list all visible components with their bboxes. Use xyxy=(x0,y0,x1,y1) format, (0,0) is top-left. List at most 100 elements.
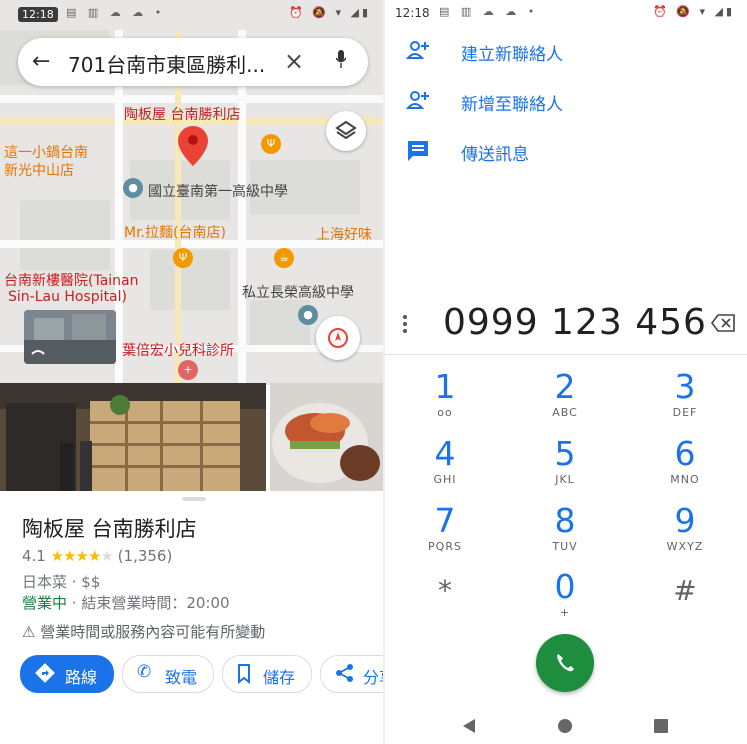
key-4[interactable]: 4 GHI xyxy=(405,435,485,495)
place-card[interactable]: 陶板屋 台南勝利店 4.1 ★★★★★ (1,356) 日本菜 · $$ 營業中… xyxy=(0,491,383,744)
key-letters: MNO xyxy=(670,473,700,486)
key-digit: # xyxy=(673,574,697,607)
restaurant-poi-icon[interactable]: Ψ xyxy=(261,134,281,154)
dialer-screen: 12:18 ▤ ▥ ☁ ☁ • ⏰ 🔕 ▾ ◢▮ 建立新聯絡人 新增至聯絡人 傳… xyxy=(385,0,747,744)
clinic-poi-icon[interactable]: + xyxy=(178,360,198,380)
key-5[interactable]: 5 JKL xyxy=(525,435,605,495)
food-photo[interactable] xyxy=(270,383,383,491)
place-rating[interactable]: 4.1 ★★★★★ (1,356) xyxy=(22,547,172,565)
key-digit: 2 xyxy=(554,367,576,406)
bookmark-icon xyxy=(238,664,250,684)
key-digit: 8 xyxy=(554,501,576,540)
key-letters: + xyxy=(559,606,571,619)
place-category: 日本菜 · $$ xyxy=(22,573,101,591)
rating-stars-icon: ★★★★★ xyxy=(50,547,114,565)
microphone-icon[interactable] xyxy=(336,50,346,68)
key-2[interactable]: 2 ABC xyxy=(525,368,605,428)
cafe-poi-icon[interactable]: ☕ xyxy=(274,248,294,268)
restaurant-interior-photo[interactable] xyxy=(0,383,266,491)
phone-icon xyxy=(557,654,574,672)
map-road xyxy=(0,95,383,103)
street-view-thumbnail[interactable] xyxy=(24,310,116,364)
call-button[interactable] xyxy=(536,634,594,692)
call-chip-button[interactable]: ✆ 致電 xyxy=(122,655,214,693)
map-label-clinic[interactable]: 葉倍宏小兒科診所 xyxy=(122,340,234,360)
my-location-button[interactable] xyxy=(316,316,360,360)
add-to-contact-label: 新增至聯絡人 xyxy=(461,95,563,115)
key-letters: PQRS xyxy=(428,540,462,553)
backspace-icon[interactable] xyxy=(711,314,735,332)
key-digit: 6 xyxy=(674,434,696,473)
save-label: 儲存 xyxy=(263,668,296,687)
key-letters: WXYZ xyxy=(666,540,704,553)
directions-label: 路線 xyxy=(65,668,98,687)
map-label-school-2[interactable]: 私立長榮高級中學 xyxy=(242,282,354,302)
layers-button[interactable] xyxy=(326,111,366,151)
hours-warning: ⚠ 營業時間或服務內容可能有所變動 xyxy=(22,621,265,642)
key-digit: 3 xyxy=(674,367,696,406)
restaurant-poi-icon[interactable]: Ψ xyxy=(173,248,193,268)
save-button[interactable]: 儲存 xyxy=(222,655,312,693)
school-poi-icon[interactable]: ● xyxy=(298,305,318,325)
nav-recents-icon[interactable] xyxy=(653,718,669,734)
key-1[interactable]: 1 ᴏᴏ xyxy=(405,368,485,428)
create-contact-item[interactable]: 建立新聯絡人 xyxy=(385,32,747,72)
search-query[interactable]: 701台南市東區勝利... xyxy=(68,49,283,78)
key-7[interactable]: 7 PQRS xyxy=(405,502,485,562)
share-button[interactable]: 分享 xyxy=(320,655,383,693)
key-digit: 1 xyxy=(434,367,456,406)
key-9[interactable]: 9 WXYZ xyxy=(645,502,725,562)
key-hash[interactable]: # xyxy=(645,572,725,632)
key-8[interactable]: 8 TUV xyxy=(525,502,605,562)
map-view[interactable]: 12:18 ▤ ▥ ☁ ☁ • ⏰ 🔕 ▾ ◢▮ ← 701台南市東區勝利...… xyxy=(0,0,383,385)
add-person-icon xyxy=(405,91,429,109)
nav-back-icon[interactable] xyxy=(461,718,477,734)
search-bar[interactable]: ← 701台南市東區勝利... × xyxy=(18,38,368,86)
key-0[interactable]: 0 + xyxy=(525,568,605,628)
rating-value: 4.1 xyxy=(22,547,46,565)
add-to-contact-item[interactable]: 新增至聯絡人 xyxy=(385,82,747,122)
drag-handle[interactable] xyxy=(182,497,206,501)
nav-home-icon[interactable] xyxy=(557,718,573,734)
key-digit: 0 xyxy=(554,567,576,606)
layers-icon xyxy=(335,120,357,140)
map-label-restaurant[interactable]: 陶板屋 台南勝利店 xyxy=(124,104,240,124)
map-label-hotpot[interactable]: 這一小鍋台南 xyxy=(4,142,88,162)
warning-icon: ⚠ xyxy=(22,623,36,641)
back-arrow-icon[interactable]: ← xyxy=(32,49,50,74)
send-message-item[interactable]: 傳送訊息 xyxy=(385,132,747,172)
key-6[interactable]: 6 MNO xyxy=(645,435,725,495)
map-label-ramen[interactable]: Mr.拉麵(台南店) xyxy=(124,222,226,242)
directions-button[interactable]: 路線 xyxy=(20,655,114,693)
place-pin-icon[interactable] xyxy=(178,126,208,166)
system-icons: ⏰ 🔕 ▾ ◢▮ xyxy=(653,5,735,18)
key-3[interactable]: 3 DEF xyxy=(645,368,725,428)
review-count[interactable]: (1,356) xyxy=(118,547,173,565)
create-contact-label: 建立新聯絡人 xyxy=(461,45,563,65)
map-label-hotpot-branch[interactable]: 新光中山店 xyxy=(4,160,74,180)
key-digit: 7 xyxy=(434,501,456,540)
street-view-image xyxy=(24,310,116,364)
add-person-icon xyxy=(405,41,429,59)
key-letters: ABC xyxy=(552,406,578,419)
maps-screen: 12:18 ▤ ▥ ☁ ☁ • ⏰ 🔕 ▾ ◢▮ ← 701台南市東區勝利...… xyxy=(0,0,383,744)
map-label-hospital[interactable]: 台南新樓醫院(Tainan xyxy=(4,270,139,290)
status-bar: 12:18 ▤ ▥ ☁ ☁ • ⏰ 🔕 ▾ ◢▮ xyxy=(0,0,383,30)
map-label-shanghai[interactable]: 上海好味 xyxy=(316,224,372,244)
dialed-number[interactable]: 0999 123 456 xyxy=(443,302,707,343)
call-label: 致電 xyxy=(165,668,198,687)
directions-icon xyxy=(35,663,55,683)
system-nav-bar xyxy=(385,706,747,744)
place-hours[interactable]: 營業中 · 結束營業時間：20:00 xyxy=(22,592,230,613)
send-message-label: 傳送訊息 xyxy=(461,145,529,165)
map-label-hospital-en[interactable]: Sin-Lau Hospital) xyxy=(8,289,127,305)
map-label-school[interactable]: 國立臺南第一高級中學 xyxy=(148,181,288,201)
clear-icon[interactable]: × xyxy=(284,47,304,75)
photo-strip[interactable] xyxy=(0,383,383,491)
key-star[interactable]: * xyxy=(405,572,485,632)
school-poi-icon[interactable]: ● xyxy=(123,178,143,198)
key-letters: JKL xyxy=(555,473,575,486)
more-options-icon[interactable] xyxy=(403,315,407,336)
notification-icons: ▤ ▥ ☁ ☁ • xyxy=(66,6,166,19)
share-label: 分享 xyxy=(363,668,383,687)
